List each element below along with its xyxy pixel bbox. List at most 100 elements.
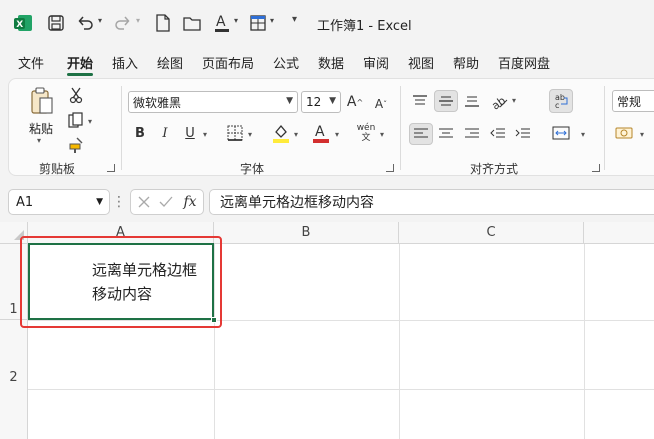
redo-dropdown-icon[interactable]: ▾ (136, 16, 140, 25)
alignment-group-label: 对齐方式 (470, 162, 519, 176)
name-box-value: A1 (16, 194, 34, 210)
svg-text:c: c (555, 101, 559, 110)
menu-tabs: 文件 开始 插入 绘图 页面布局 公式 数据 审阅 视图 帮助 百度网盘 (0, 50, 654, 74)
font-color-dropdown-icon[interactable]: ▾ (335, 130, 339, 139)
font-name-value: 微软雅黑 (133, 95, 182, 110)
number-format-select[interactable]: 常规 (612, 90, 654, 112)
accounting-dropdown-icon[interactable]: ▾ (640, 130, 644, 139)
number-format-value: 常规 (617, 94, 642, 109)
fill-color-icon[interactable] (272, 123, 290, 143)
confirm-entry-icon[interactable] (157, 193, 175, 211)
row-header-2[interactable]: 2 (0, 320, 28, 439)
font-group-label: 字体 (240, 162, 265, 176)
font-size-value: 12 (306, 95, 322, 109)
italic-button[interactable]: I (157, 124, 173, 142)
decrease-indent-icon[interactable] (487, 123, 509, 145)
decrease-font-size-icon[interactable]: Aˇ (371, 94, 391, 114)
align-left-icon[interactable] (409, 123, 433, 145)
orientation-icon[interactable]: ab (488, 90, 510, 112)
svg-text:A: A (216, 14, 226, 30)
clipboard-group-label: 剪贴板 (39, 162, 76, 176)
ribbon-separator (400, 86, 401, 170)
excel-logo-icon: X (12, 11, 34, 35)
column-header-d[interactable] (584, 222, 654, 244)
align-center-icon[interactable] (435, 123, 457, 145)
save-icon[interactable] (45, 11, 67, 35)
increase-font-size-icon[interactable]: A ^ (345, 92, 365, 112)
borders-icon[interactable] (226, 124, 244, 142)
gridline (28, 389, 654, 390)
tab-draw[interactable]: 绘图 (157, 53, 183, 72)
underline-button[interactable]: U (182, 124, 198, 142)
highlight-annotation-box (20, 236, 222, 328)
undo-dropdown-icon[interactable]: ▾ (98, 16, 102, 25)
redo-icon[interactable] (112, 11, 134, 35)
font-size-select[interactable]: 12 ▼ (301, 91, 341, 113)
borders-dropdown-icon[interactable]: ▾ (248, 130, 252, 139)
borders-quick-dropdown-icon[interactable]: ▾ (270, 16, 274, 25)
paste-icon[interactable] (28, 86, 56, 116)
tab-data[interactable]: 数据 (318, 53, 344, 72)
font-color-icon[interactable]: A (312, 123, 330, 143)
borders-quick-icon[interactable] (247, 11, 269, 35)
underline-dropdown-icon[interactable]: ▾ (203, 130, 207, 139)
ribbon-separator (121, 86, 122, 170)
phonetic-dropdown-icon[interactable]: ▾ (380, 130, 384, 139)
chevron-down-icon: ▼ (96, 197, 103, 207)
clipboard-launcher-icon[interactable] (107, 164, 115, 172)
increase-indent-icon[interactable] (512, 123, 534, 145)
tab-insert[interactable]: 插入 (112, 53, 138, 72)
chevron-down-icon: ▼ (329, 96, 336, 106)
align-bottom-icon[interactable] (461, 90, 483, 112)
align-top-icon[interactable] (409, 90, 431, 112)
font-color-quick-dropdown-icon[interactable]: ▾ (234, 16, 238, 25)
copy-icon[interactable] (67, 112, 85, 130)
insert-function-icon[interactable]: fx (180, 192, 200, 212)
new-file-icon[interactable] (152, 11, 174, 35)
bold-button[interactable]: B (132, 124, 148, 142)
gridline (584, 244, 585, 439)
tab-formulas[interactable]: 公式 (273, 53, 299, 72)
customize-toolbar-icon[interactable]: ▾ (292, 14, 297, 25)
name-box[interactable]: A1 ▼ (8, 189, 110, 215)
undo-icon[interactable] (74, 11, 96, 35)
chevron-down-icon: ▼ (286, 96, 293, 106)
accounting-format-icon[interactable] (615, 124, 635, 142)
tab-view[interactable]: 视图 (408, 53, 434, 72)
cut-icon[interactable] (68, 86, 84, 104)
font-color-quick-icon[interactable]: A (211, 11, 233, 35)
alignment-launcher-icon[interactable] (592, 164, 600, 172)
svg-text:A: A (315, 124, 325, 140)
fill-color-dropdown-icon[interactable]: ▾ (294, 130, 298, 139)
wrap-text-icon[interactable]: ab c (549, 89, 573, 113)
window-title: 工作簿1 - Excel (317, 19, 412, 34)
more-options-icon[interactable]: ⋮ (112, 193, 126, 211)
phonetic-guide-icon[interactable]: wén 文 (356, 122, 376, 144)
align-right-icon[interactable] (461, 123, 483, 145)
tab-review[interactable]: 审阅 (363, 53, 389, 72)
font-name-select[interactable]: 微软雅黑 ▼ (128, 91, 298, 113)
orientation-dropdown-icon[interactable]: ▾ (512, 96, 516, 105)
cancel-entry-icon[interactable] (135, 193, 153, 211)
formula-input[interactable]: 远离单元格边框移动内容 (209, 189, 654, 215)
align-middle-icon[interactable] (434, 90, 458, 112)
copy-dropdown-icon[interactable]: ▾ (88, 117, 92, 126)
column-header-c[interactable]: C (399, 222, 584, 244)
tab-baidu-netdisk[interactable]: 百度网盘 (498, 53, 550, 72)
column-header-b[interactable]: B (214, 222, 399, 244)
active-tab-indicator (67, 73, 93, 76)
tab-file[interactable]: 文件 (18, 53, 44, 72)
paste-label[interactable]: 粘贴 (29, 120, 53, 137)
merge-center-icon[interactable] (551, 123, 571, 143)
tab-home[interactable]: 开始 (67, 53, 93, 72)
merge-dropdown-icon[interactable]: ▾ (581, 130, 585, 139)
gridline (399, 244, 400, 439)
title-bar: X ▾ ▾ A ▾ ▾ ▾ 工作簿1 - Excel (0, 0, 654, 46)
font-launcher-icon[interactable] (386, 164, 394, 172)
format-painter-icon[interactable] (67, 136, 85, 154)
tab-page-layout[interactable]: 页面布局 (202, 53, 254, 72)
open-folder-icon[interactable] (181, 11, 203, 35)
tab-help[interactable]: 帮助 (453, 53, 479, 72)
paste-dropdown-icon[interactable]: ▾ (37, 136, 41, 145)
svg-text:X: X (16, 20, 23, 30)
